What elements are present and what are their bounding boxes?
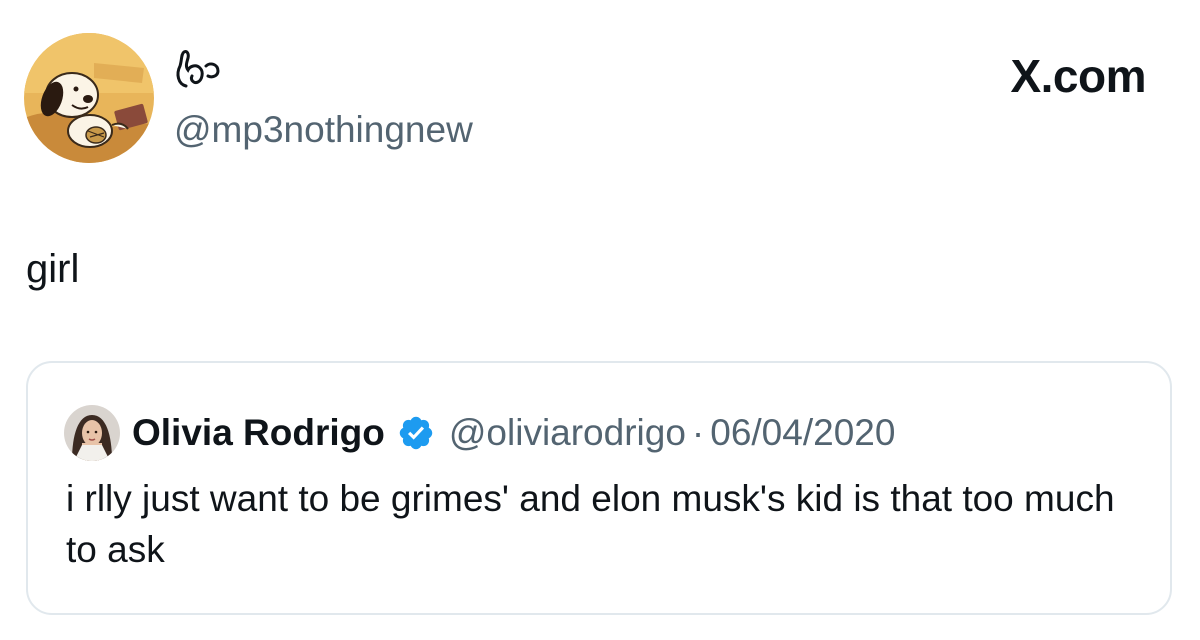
verified-badge-icon (397, 414, 435, 452)
quoted-tweet[interactable]: Olivia Rodrigo @oliviarodrigo · 06/04/20… (26, 361, 1172, 615)
quoted-author-avatar[interactable] (64, 405, 120, 461)
quoted-tweet-text: i rlly just want to be grimes' and elon … (66, 478, 1115, 570)
tweet-text: girl (26, 247, 80, 291)
snoopy-avatar-image (24, 33, 154, 163)
quoted-avatar-image (64, 405, 120, 461)
quoted-tweet-header: Olivia Rodrigo @oliviarodrigo · 06/04/20… (132, 405, 895, 461)
author-avatar[interactable] (24, 33, 154, 163)
quoted-author-name[interactable]: Olivia Rodrigo (132, 412, 385, 454)
quoted-tweet-date[interactable]: 06/04/2020 (710, 412, 895, 454)
display-name-icon (176, 50, 220, 88)
author-handle[interactable]: @mp3nothingnew (174, 108, 473, 152)
display-name-glyph[interactable] (172, 44, 232, 94)
separator-dot: · (691, 412, 705, 453)
tweet-card: @mp3nothingnew X.com girl Olivia Rodrigo (0, 0, 1200, 640)
brand-logo: X.com (1010, 50, 1146, 102)
quoted-author-handle[interactable]: @oliviarodrigo (449, 412, 686, 454)
